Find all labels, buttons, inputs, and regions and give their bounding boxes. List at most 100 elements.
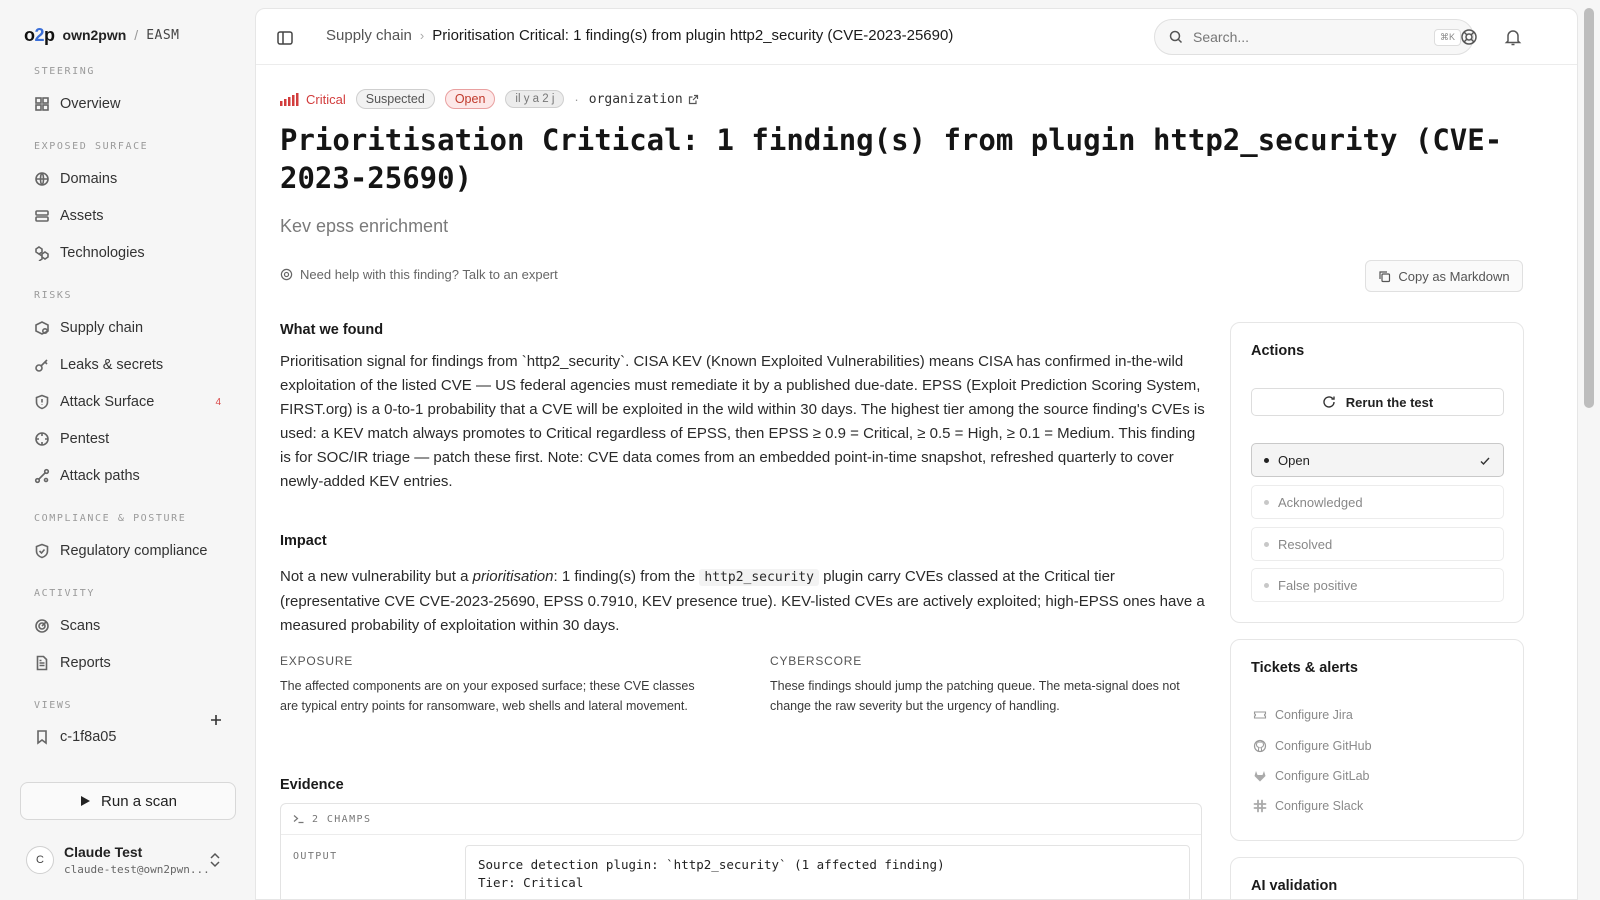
- sidebar-item-overview[interactable]: Overview: [20, 88, 235, 120]
- sidebar-item-domains[interactable]: Domains: [20, 163, 235, 195]
- gitlab-icon: [1254, 771, 1266, 782]
- status-option-label: False positive: [1278, 577, 1358, 593]
- search-icon: [1169, 30, 1183, 44]
- impact-text: Not a new vulnerability but a prioritisa…: [280, 568, 1205, 634]
- evidence-value: Source detection plugin: `http2_security…: [465, 845, 1190, 899]
- expert-help-link[interactable]: Need help with this finding? Talk to an …: [280, 267, 558, 282]
- sidebar-item-technologies[interactable]: Technologies: [20, 237, 235, 269]
- status-option-resolved[interactable]: Resolved: [1251, 527, 1504, 561]
- sidebar-item-attack-surface[interactable]: Attack Surface 4: [20, 386, 235, 418]
- exposure-text: The affected components are on your expo…: [280, 679, 695, 713]
- user-name: Claude Test: [64, 844, 143, 860]
- main-panel: Supply chain › Prioritisation Critical: …: [255, 8, 1578, 900]
- sidebar-item-label: Pentest: [60, 431, 110, 447]
- evidence-field-count: 2 CHAMPS: [312, 813, 372, 825]
- configure-github-link[interactable]: Configure GitHub: [1253, 739, 1372, 753]
- sidebar-item-regulatory-compliance[interactable]: Regulatory compliance: [20, 535, 235, 567]
- status-option-false-positive[interactable]: False positive: [1251, 568, 1504, 602]
- sidebar-item-label: Assets: [60, 208, 104, 224]
- section-compliance: COMPLIANCE & POSTURE: [34, 513, 187, 524]
- sidebar-item-label: Supply chain: [60, 320, 144, 336]
- product-name: EASM: [146, 27, 180, 43]
- age-badge: il y a 2 j: [505, 90, 565, 108]
- evidence-heading: Evidence: [280, 777, 344, 793]
- ai-validation-card: AI validation: [1230, 857, 1524, 899]
- page-scrollbar[interactable]: [1584, 8, 1594, 408]
- terminal-icon: [293, 815, 304, 824]
- status-option-label: Resolved: [1278, 536, 1333, 552]
- bell-icon[interactable]: [1503, 27, 1523, 47]
- sidebar-item-scans[interactable]: Scans: [20, 610, 235, 642]
- play-icon: [81, 796, 91, 806]
- sidebar-item-reports[interactable]: Reports: [20, 647, 235, 679]
- bullet: [1264, 541, 1269, 547]
- rerun-test-button[interactable]: Rerun the test: [1251, 388, 1504, 416]
- breadcrumb-parent[interactable]: Supply chain: [326, 27, 412, 44]
- status-badge: Open: [444, 89, 496, 109]
- exposure-block: EXPOSURE The affected components are on …: [280, 654, 710, 716]
- sidebar-item-pentest[interactable]: Pentest: [20, 423, 235, 455]
- org-name: own2pwn: [62, 27, 127, 43]
- check-icon: [1480, 457, 1490, 466]
- run-scan-button[interactable]: Run a scan: [20, 782, 236, 820]
- configure-jira-link[interactable]: Configure Jira: [1253, 708, 1353, 722]
- sidebar-item-assets[interactable]: Assets: [20, 200, 235, 232]
- radar-icon: [35, 619, 49, 633]
- signal-bars-icon: [280, 93, 299, 106]
- server-icon: [35, 210, 49, 222]
- key-icon: [35, 359, 48, 372]
- sidebar-item-label: Domains: [60, 171, 118, 187]
- impact-heading: Impact: [280, 533, 327, 549]
- bullet: [1264, 457, 1269, 463]
- confidence-badge: Suspected: [355, 89, 435, 109]
- attack-surface-count-badge: 4: [215, 396, 221, 408]
- sidebar-item-leaks-secrets[interactable]: Leaks & secrets: [20, 349, 235, 381]
- severity-indicator: Critical: [280, 92, 346, 107]
- shield-alert-icon: [35, 394, 49, 410]
- sidebar-item-label: Attack paths: [60, 468, 140, 484]
- brand[interactable]: o2p own2pwn / EASM: [24, 24, 180, 46]
- avatar: C: [26, 846, 54, 874]
- page-subtitle: Kev epss enrichment: [280, 216, 449, 236]
- run-scan-label: Run a scan: [101, 792, 177, 810]
- search-input[interactable]: [1193, 29, 1413, 45]
- configure-gitlab-link[interactable]: Configure GitLab: [1253, 769, 1370, 783]
- sidebar: o2p own2pwn / EASM STEERING Overview EXP…: [0, 0, 255, 900]
- page-title: Prioritisation Critical: 1 finding(s) fr…: [280, 123, 1503, 195]
- configure-slack-link[interactable]: Configure Slack: [1253, 799, 1363, 813]
- configure-slack-label: Configure Slack: [1275, 799, 1364, 813]
- status-option-open[interactable]: Open: [1251, 443, 1504, 477]
- evidence-key: OUTPUT: [293, 851, 338, 862]
- chevron-right-icon: ›: [419, 28, 425, 43]
- tickets-heading: Tickets & alerts: [1251, 660, 1358, 676]
- lifebuoy-icon[interactable]: [1459, 27, 1479, 47]
- search-shortcut: ⌘K: [1433, 29, 1461, 46]
- expert-help-label: Need help with this finding? Talk to an …: [300, 267, 558, 282]
- github-icon: [1253, 739, 1267, 753]
- copy-markdown-label: Copy as Markdown: [1398, 268, 1510, 284]
- status-option-label: Acknowledged: [1278, 494, 1363, 510]
- scope-link[interactable]: organization: [589, 92, 699, 107]
- package-search-icon: [35, 321, 49, 335]
- status-option-acknowledged[interactable]: Acknowledged: [1251, 485, 1504, 519]
- user-menu[interactable]: C Claude Test claude-test@own2pwn...: [26, 838, 236, 882]
- file-text-icon: [36, 655, 48, 671]
- chevrons-up-down-icon: [210, 852, 220, 868]
- ticket-icon: [1253, 711, 1267, 719]
- evidence-header[interactable]: 2 CHAMPS: [281, 804, 1201, 835]
- evidence-row: OUTPUT Source detection plugin: `http2_s…: [281, 835, 1201, 899]
- search-box[interactable]: ⌘K: [1154, 19, 1474, 55]
- slack-icon: [1253, 799, 1267, 813]
- grid-icon: [35, 97, 49, 111]
- sidebar-item-label: Overview: [60, 96, 121, 112]
- sidebar-item-attack-paths[interactable]: Attack paths: [20, 460, 235, 492]
- sidebar-item-supply-chain[interactable]: Supply chain: [20, 312, 235, 344]
- ai-validation-heading: AI validation: [1251, 878, 1338, 894]
- section-risks: RISKS: [34, 290, 73, 301]
- sidebar-item-label: Regulatory compliance: [60, 543, 208, 559]
- shield-check-icon: [35, 543, 49, 559]
- copy-markdown-button[interactable]: Copy as Markdown: [1365, 260, 1523, 292]
- actions-card: Actions Rerun the test Open Acknowledged…: [1230, 322, 1524, 623]
- sidebar-item-view[interactable]: c-1f8a05: [20, 721, 235, 753]
- panel-left-icon[interactable]: [276, 29, 294, 47]
